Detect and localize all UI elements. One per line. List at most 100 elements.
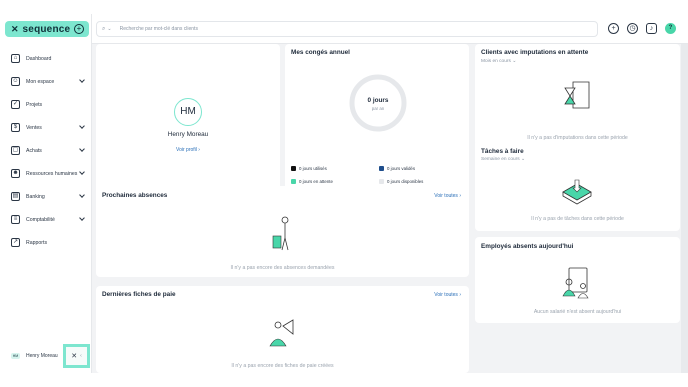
legend-used: 0 jours utilisés (291, 166, 327, 171)
chevron-down-icon (79, 169, 85, 175)
legend-validated: 0 jours validés (379, 166, 415, 171)
taches-filter-label: Semaine en cours (481, 157, 520, 162)
legend-pending: 0 jours en attente (291, 179, 333, 184)
legend-swatch (379, 166, 384, 171)
sidebar-item-ventes[interactable]: $ Ventes (0, 116, 92, 139)
taches-empty-text: Il n'y a pas de tâches dans cette périod… (531, 216, 624, 222)
tray-illustration-icon (562, 179, 592, 205)
search-bar[interactable]: ⌕ ⌄ Recherche par mot-clé dans clients (96, 21, 598, 37)
check-icon: ✓ (11, 100, 20, 109)
user-avatar: HM (11, 353, 20, 359)
sidebar-item-label: Dashboard (26, 55, 52, 62)
legend-available: 0 jours disponibles (379, 179, 423, 184)
clock-icon[interactable]: ◷ (627, 23, 638, 34)
sidebar-item-label: Comptabilité (26, 216, 55, 223)
sidebar-item-label: Ventes (26, 124, 42, 131)
imputations-filter-label: Mois en cours (481, 59, 511, 64)
hourglass-illustration-icon (564, 81, 590, 109)
bell-icon[interactable]: ♪ (646, 23, 657, 34)
employes-empty-text: Aucun salarié n'est absent aujourd'hui (533, 309, 622, 315)
legend-swatch (291, 179, 296, 184)
sidebar-item-ressources-humaines[interactable]: ☻ Ressources humaines (0, 162, 92, 185)
chevron-down-icon: ⌄ (512, 59, 517, 64)
close-icon: ✕ (71, 353, 78, 360)
legend-label: 0 jours validés (387, 166, 416, 171)
fiches-card: Dernières fiches de paie Voir toutes › I… (96, 286, 469, 373)
view-profile-label: Voir profil (176, 147, 197, 153)
sidebar-item-label: Projets (26, 101, 43, 108)
imputations-period-filter[interactable]: Mois en cours ⌄ (481, 59, 516, 64)
chevron-down-icon[interactable]: ⌄ (107, 26, 111, 32)
add-icon[interactable]: + (74, 24, 84, 34)
sidebar-item-dashboard[interactable]: ⌂ Dashboard (0, 47, 92, 70)
megaphone-illustration-icon (269, 319, 294, 347)
home-icon: ⌂ (11, 54, 20, 63)
app: ✕ sequence + ⌂ Dashboard ☺ Mon espace ✓ Proje… (0, 14, 688, 373)
chevron-down-icon (79, 215, 85, 221)
absences-see-all-link[interactable]: Voir toutes › (434, 193, 461, 199)
conges-per: par an (371, 106, 385, 111)
chevron-down-icon (79, 77, 85, 83)
employes-card: Employés absents aujourd'hui Aucun salar… (475, 237, 680, 323)
fiches-see-all-link[interactable]: Voir toutes › (434, 292, 461, 298)
absences-card: Prochaines absences Voir toutes › Il n'y… (96, 186, 469, 277)
chevron-right-icon: › (459, 193, 461, 199)
chevron-left-icon: ‹ (80, 353, 82, 359)
sidebar-item-label: Rapports (26, 239, 48, 246)
profile-avatar: HM (174, 98, 202, 126)
user-icon: ☺ (11, 77, 20, 86)
employes-title: Employés absents aujourd'hui (481, 243, 574, 250)
sidebar-item-comptabilit-[interactable]: ≡ Comptabilité (0, 208, 92, 231)
chevron-right-icon: › (198, 147, 200, 153)
search-input[interactable]: Recherche par mot-clé dans clients (120, 26, 198, 32)
brand-name: sequence (22, 23, 71, 35)
conges-title: Mes congés annuel (291, 49, 350, 56)
people-illustration-icon (562, 267, 589, 299)
sidebar: ✕ sequence + ⌂ Dashboard ☺ Mon espace ✓ Proje… (0, 14, 92, 373)
sidebar-item-mon-espace[interactable]: ☺ Mon espace (0, 70, 92, 93)
sidebar-item-projets[interactable]: ✓ Projets (0, 93, 92, 116)
chevron-down-icon: ⌄ (521, 157, 526, 162)
taches-period-filter[interactable]: Semaine en cours ⌄ (481, 157, 525, 162)
add-icon[interactable]: + (608, 23, 619, 34)
taches-card: Tâches à faire Semaine en cours ⌄ Il n'y… (475, 140, 680, 231)
brand-logo[interactable]: ✕ sequence + (5, 21, 89, 37)
chevron-down-icon (79, 123, 85, 129)
chevron-down-icon (79, 192, 85, 198)
legend-label: 0 jours disponibles (387, 179, 424, 184)
conges-total: 0 jours (367, 97, 389, 104)
person-luggage-illustration-icon (272, 216, 289, 251)
collapse-sidebar-button[interactable]: ✕ ‹ (63, 344, 90, 368)
conges-card: Mes congés annuel 0 jours par an 0 jours… (285, 44, 469, 194)
sidebar-nav: ⌂ Dashboard ☺ Mon espace ✓ Projets $ Ventes ▢ Ach… (0, 47, 92, 254)
ledger-icon: ≡ (11, 215, 20, 224)
legend-swatch (379, 179, 384, 184)
legend-label: 0 jours utilisés (299, 166, 327, 171)
help-icon[interactable]: ? (665, 23, 676, 34)
fiches-title: Dernières fiches de paie (102, 291, 176, 298)
sidebar-item-label: Banking (26, 193, 45, 200)
taches-title: Tâches à faire (481, 148, 524, 155)
fiches-see-all-label: Voir toutes (434, 292, 458, 298)
top-bar: ⌕ ⌄ Recherche par mot-clé dans clients +… (92, 14, 688, 44)
legend-label: 0 jours en attente (299, 179, 333, 184)
scrollbar[interactable] (681, 44, 688, 373)
bag-icon: ▢ (11, 146, 20, 155)
sidebar-item-banking[interactable]: ▤ Banking (0, 185, 92, 208)
sidebar-item-rapports[interactable]: ↗ Rapports (0, 231, 92, 254)
chevron-right-icon: › (459, 292, 461, 298)
legend-swatch (291, 166, 296, 171)
sidebar-item-achats[interactable]: ▢ Achats (0, 139, 92, 162)
profile-name: Henry Moreau (167, 131, 209, 138)
sidebar-item-label: Achats (26, 147, 42, 154)
profile-card: HM Henry Moreau Voir profil › (96, 44, 280, 194)
imputations-card: Clients avec imputations en attente Mois… (475, 44, 680, 146)
imputations-title: Clients avec imputations en attente (481, 49, 589, 56)
absences-see-all-label: Voir toutes (434, 193, 458, 199)
sales-icon: $ (11, 123, 20, 132)
view-profile-link[interactable]: Voir profil › (96, 147, 280, 153)
brand-mark-icon: ✕ (11, 23, 19, 34)
search-icon: ⌕ (102, 25, 106, 32)
absences-empty-text: Il n'y a pas encore des absences demandé… (230, 265, 335, 271)
user-name: Henry Moreau (26, 353, 58, 359)
